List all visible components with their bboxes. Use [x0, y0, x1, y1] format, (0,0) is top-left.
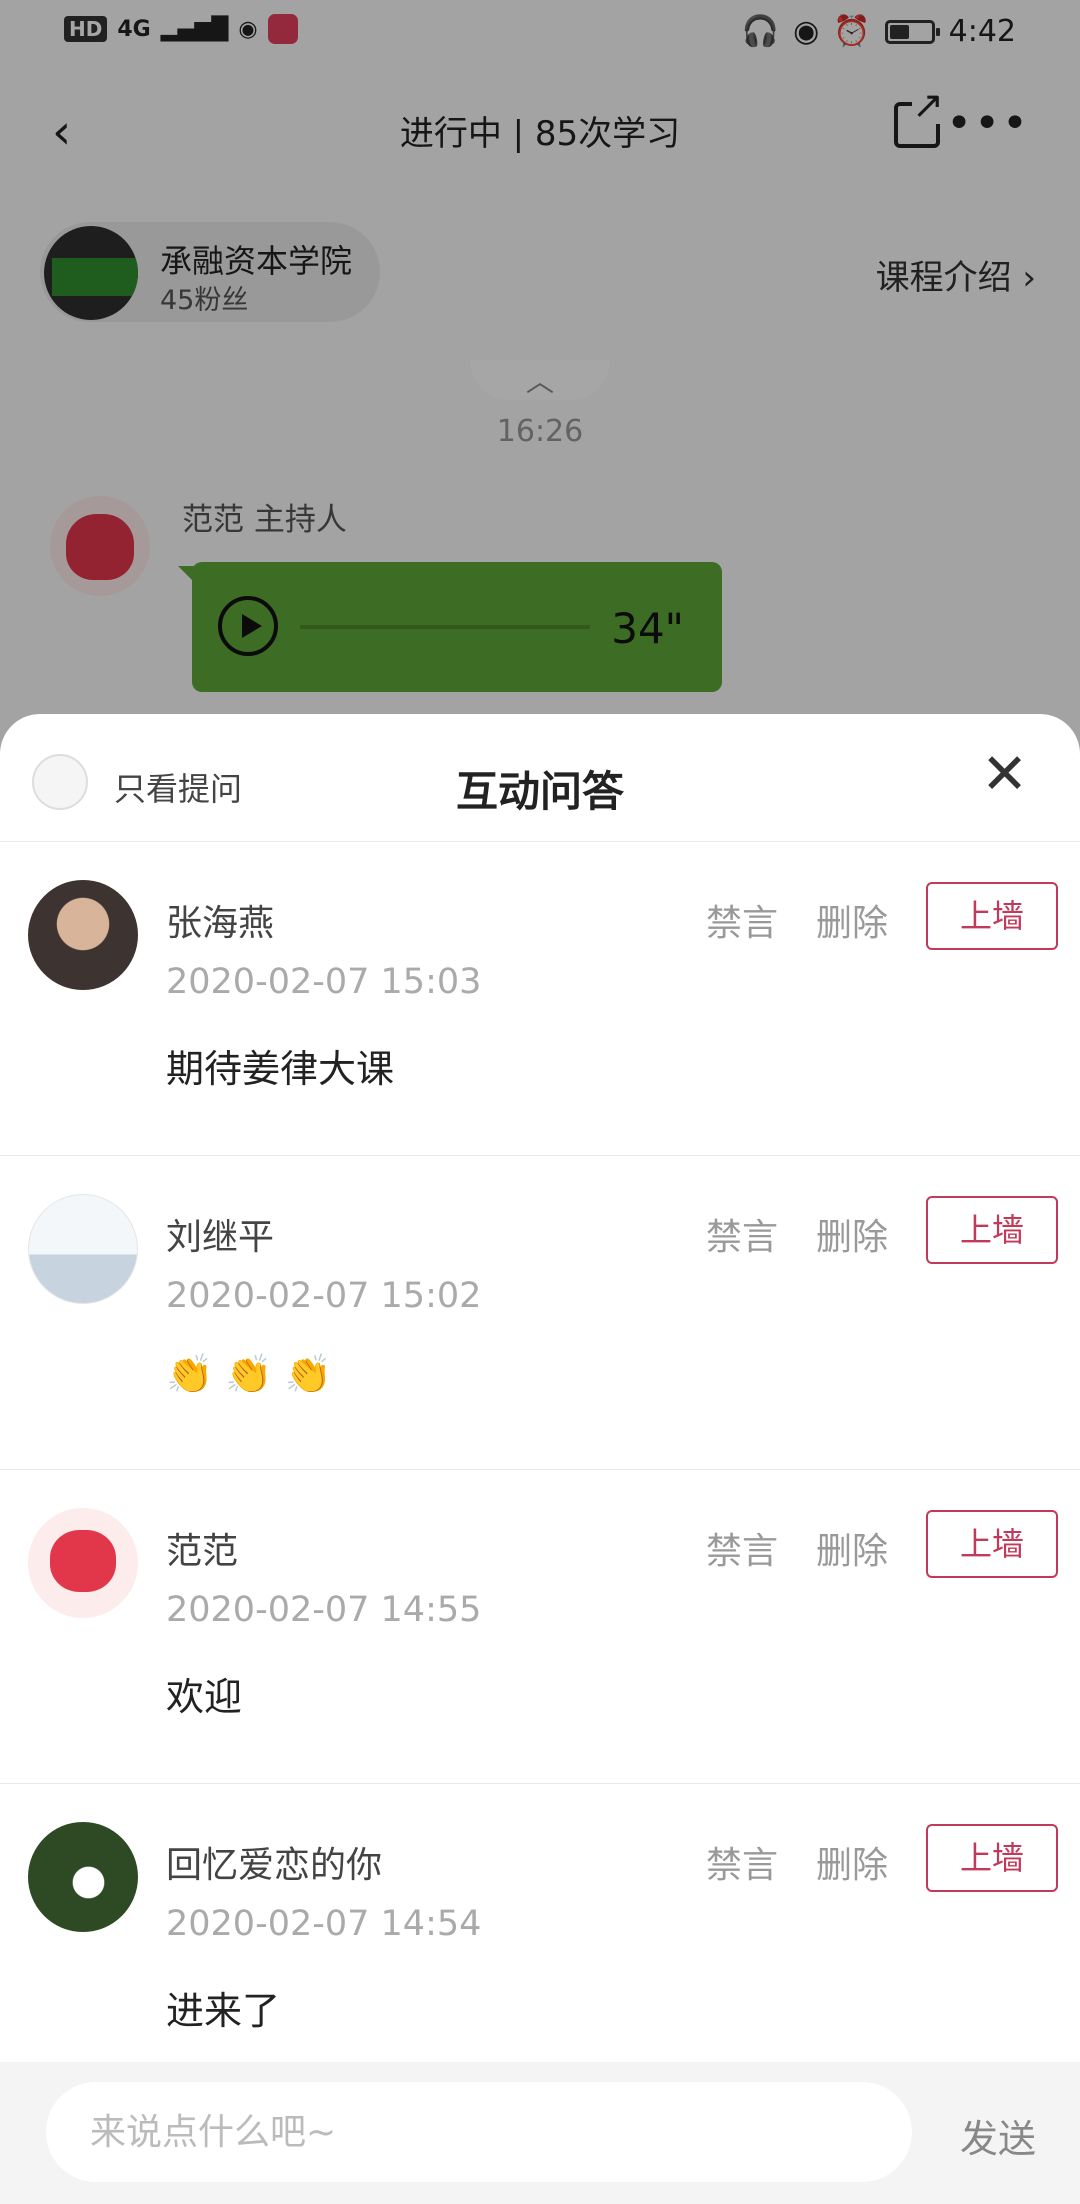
post-time: 2020-02-07 14:55	[166, 1590, 482, 1630]
sheet-header: 只看提问 互动问答 ✕	[0, 714, 1080, 842]
avatar	[28, 1822, 138, 1932]
mute-button[interactable]: 禁言	[706, 1208, 778, 1260]
mute-button[interactable]: 禁言	[706, 1522, 778, 1574]
input-bar: 发送	[0, 2062, 1080, 2204]
list-item: 张海燕 2020-02-07 15:03 期待姜律大课 禁言 删除 上墙	[0, 842, 1080, 1156]
user-name: 范范	[166, 1531, 239, 1572]
avatar	[28, 880, 138, 990]
pin-to-wall-button[interactable]: 上墙	[926, 882, 1058, 950]
question-text: 进来了	[166, 1989, 281, 2033]
delete-button[interactable]: 删除	[816, 1836, 888, 1888]
sheet-title: 互动问答	[455, 767, 624, 816]
pin-to-wall-button[interactable]: 上墙	[926, 1510, 1058, 1578]
post-time: 2020-02-07 15:02	[166, 1276, 482, 1316]
post-time: 2020-02-07 14:54	[166, 1904, 482, 1944]
comment-input-wrapper[interactable]	[46, 2082, 912, 2182]
list-item: 刘继平 2020-02-07 15:02 👏 👏 👏 禁言 删除 上墙	[0, 1156, 1080, 1470]
user-name: 回忆爱恋的你	[166, 1845, 383, 1886]
pin-to-wall-button[interactable]: 上墙	[926, 1196, 1058, 1264]
list-item: 范范 2020-02-07 14:55 欢迎 禁言 删除 上墙	[0, 1470, 1080, 1784]
user-name: 张海燕	[166, 903, 275, 944]
mute-button[interactable]: 禁言	[706, 894, 778, 946]
avatar	[28, 1194, 138, 1304]
qa-list: 张海燕 2020-02-07 15:03 期待姜律大课 禁言 删除 上墙 刘继平…	[0, 842, 1080, 2098]
avatar	[28, 1508, 138, 1618]
list-item: 回忆爱恋的你 2020-02-07 14:54 进来了 禁言 删除 上墙	[0, 1784, 1080, 2098]
qa-sheet: 只看提问 互动问答 ✕ 张海燕 2020-02-07 15:03 期待姜律大课 …	[0, 714, 1080, 2204]
mute-button[interactable]: 禁言	[706, 1836, 778, 1888]
question-text: 欢迎	[166, 1675, 243, 1719]
question-text: 👏 👏 👏	[166, 1352, 333, 1396]
send-button[interactable]: 发送	[960, 2108, 1036, 2163]
delete-button[interactable]: 删除	[816, 1522, 888, 1574]
comment-input[interactable]	[90, 2082, 890, 2182]
pin-to-wall-button[interactable]: 上墙	[926, 1824, 1058, 1892]
delete-button[interactable]: 删除	[816, 894, 888, 946]
post-time: 2020-02-07 15:03	[166, 962, 482, 1002]
user-name: 刘继平	[166, 1217, 275, 1258]
close-icon[interactable]: ✕	[981, 742, 1028, 807]
delete-button[interactable]: 删除	[816, 1208, 888, 1260]
question-text: 期待姜律大课	[166, 1047, 395, 1091]
